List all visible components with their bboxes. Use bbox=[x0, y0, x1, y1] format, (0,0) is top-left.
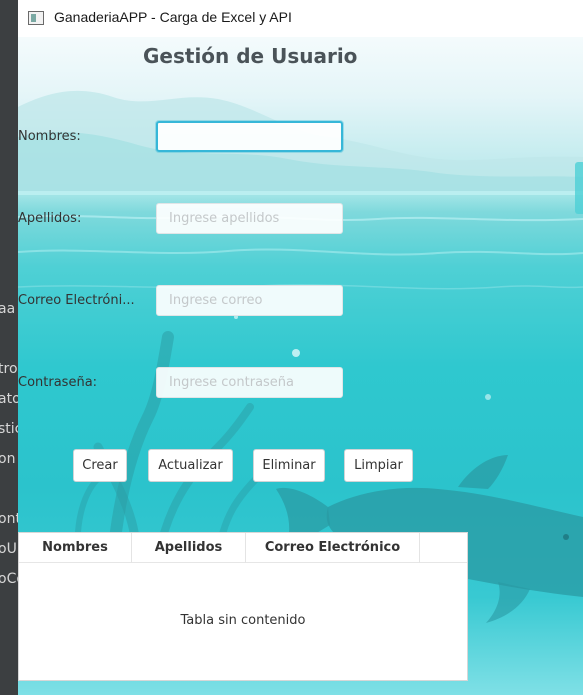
table-header: Nombres Apellidos Correo Electrónico bbox=[19, 533, 467, 563]
background-text: tro bbox=[0, 361, 18, 377]
crear-button[interactable]: Crear bbox=[73, 449, 127, 482]
correo-input[interactable] bbox=[156, 285, 343, 316]
contrasena-input[interactable] bbox=[156, 367, 343, 398]
correo-label: Correo Electróni... bbox=[18, 293, 135, 308]
title-bar[interactable]: GanaderiaAPP - Carga de Excel y API bbox=[18, 0, 583, 37]
background-text: ato bbox=[0, 391, 18, 407]
background-text: oU bbox=[0, 541, 17, 557]
column-header-apellidos[interactable]: Apellidos bbox=[132, 533, 246, 563]
form-title: Gestión de Usuario bbox=[143, 44, 358, 68]
column-header-correo[interactable]: Correo Electrónico bbox=[246, 533, 420, 563]
apellidos-label: Apellidos: bbox=[18, 211, 82, 226]
apellidos-input[interactable] bbox=[156, 203, 343, 234]
app-window: GanaderiaAPP - Carga de Excel y API Gest… bbox=[18, 0, 583, 695]
contrasena-label: Contraseña: bbox=[18, 375, 98, 390]
background-text: stic bbox=[0, 421, 18, 437]
nombres-label: Nombres: bbox=[18, 129, 81, 144]
background-text: ont bbox=[0, 511, 18, 527]
background-text: aa bbox=[0, 301, 16, 317]
background-app: aa tro ato stic on ont oU oCo bbox=[0, 0, 18, 695]
users-table[interactable]: Nombres Apellidos Correo Electrónico Tab… bbox=[18, 532, 468, 681]
background-text: on bbox=[0, 451, 16, 467]
limpiar-button[interactable]: Limpiar bbox=[344, 449, 413, 482]
window-title: GanaderiaAPP - Carga de Excel y API bbox=[54, 9, 292, 25]
nombres-input[interactable] bbox=[156, 121, 343, 152]
column-header-nombres[interactable]: Nombres bbox=[19, 533, 132, 563]
eliminar-button[interactable]: Eliminar bbox=[253, 449, 325, 482]
actualizar-button[interactable]: Actualizar bbox=[148, 449, 233, 482]
background-text: oCo bbox=[0, 571, 18, 587]
app-icon bbox=[28, 11, 44, 25]
table-empty-message: Tabla sin contenido bbox=[180, 613, 306, 628]
form-panel: Gestión de Usuario Nombres: Apellidos: C… bbox=[18, 37, 583, 695]
